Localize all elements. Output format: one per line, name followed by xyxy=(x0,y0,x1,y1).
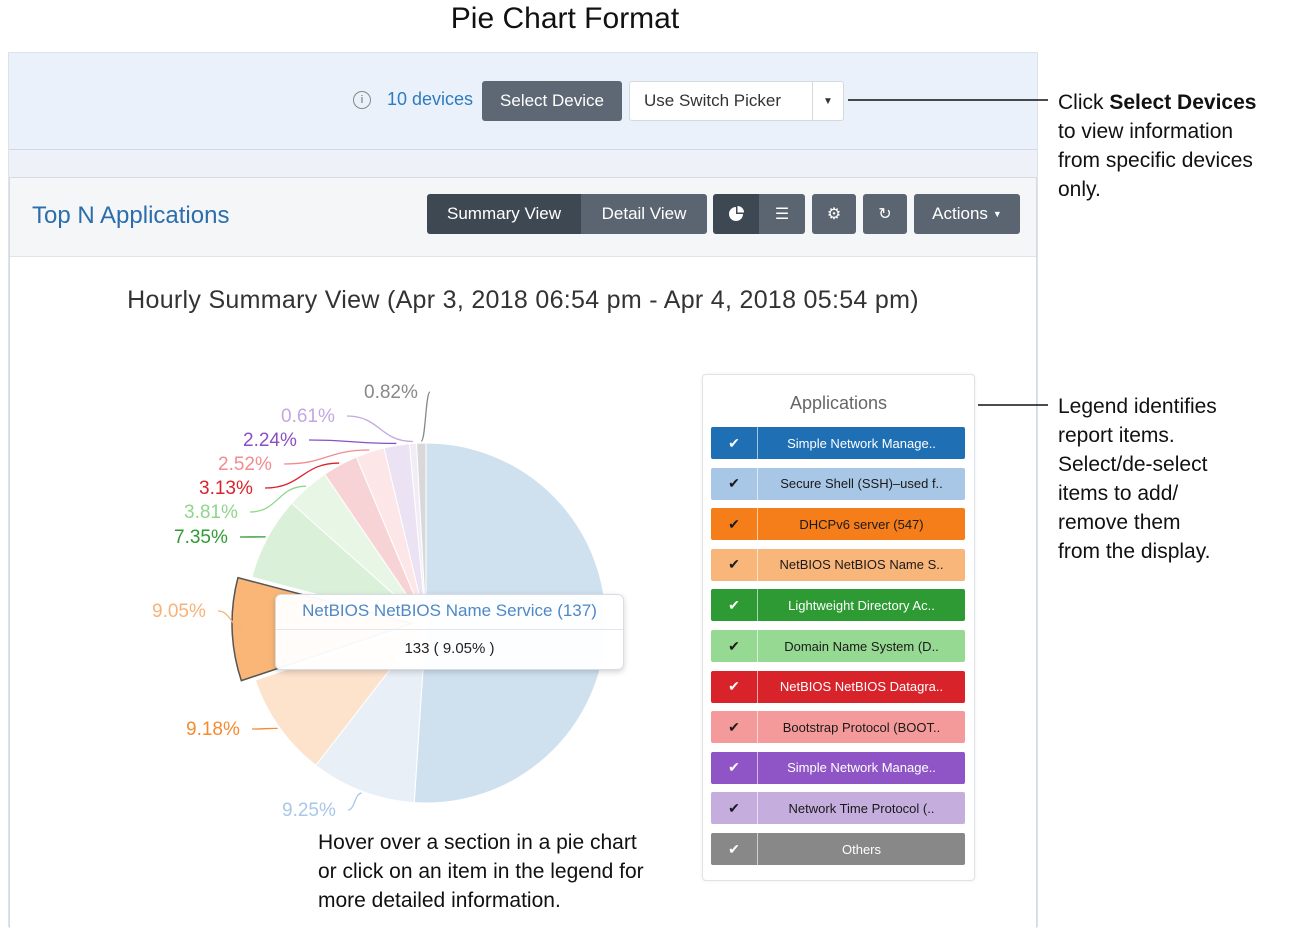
check-icon[interactable]: ✔ xyxy=(711,589,758,621)
legend-item[interactable]: ✔Bootstrap Protocol (BOOT.. xyxy=(711,711,965,743)
switch-picker-dropdown[interactable]: ▼ xyxy=(812,81,844,121)
annotation-line: from specific devices xyxy=(1058,146,1290,175)
legend-item-label: NetBIOS NetBIOS Datagra.. xyxy=(758,671,965,703)
table-view-button[interactable]: ☰ xyxy=(759,194,805,234)
select-device-button[interactable]: Select Device xyxy=(482,81,622,121)
device-toolbar: i 10 devices Select Device Use Switch Pi… xyxy=(9,53,1037,150)
legend-item[interactable]: ✔Simple Network Manage.. xyxy=(711,427,965,459)
settings-button[interactable]: ⚙ xyxy=(812,194,856,234)
annotation-line: report items. xyxy=(1058,421,1290,450)
legend-item[interactable]: ✔Domain Name System (D.. xyxy=(711,630,965,662)
pie-chart-icon xyxy=(728,206,744,222)
legend-item-label: NetBIOS NetBIOS Name S.. xyxy=(758,549,965,581)
refresh-button[interactable]: ↻ xyxy=(863,194,907,234)
check-icon[interactable]: ✔ xyxy=(711,671,758,703)
panel-header: Top N Applications Summary View Detail V… xyxy=(10,178,1036,257)
legend-item-label: Simple Network Manage.. xyxy=(758,427,965,459)
table-icon: ☰ xyxy=(775,204,789,224)
legend-item[interactable]: ✔Simple Network Manage.. xyxy=(711,752,965,784)
applications-legend: Applications ✔Simple Network Manage..✔Se… xyxy=(702,374,975,881)
legend-item-label: Domain Name System (D.. xyxy=(758,630,965,662)
select-devices-annotation: Click Select Devices to view information… xyxy=(1058,88,1290,204)
annotation-line: or click on an item in the legend for xyxy=(318,857,708,886)
annotation-line: only. xyxy=(1058,175,1290,204)
annotation-line: from the display. xyxy=(1058,537,1290,566)
devices-count-link[interactable]: 10 devices xyxy=(387,89,473,110)
legend-title: Applications xyxy=(703,393,974,414)
check-icon[interactable]: ✔ xyxy=(711,630,758,662)
summary-view-button[interactable]: Summary View xyxy=(427,194,581,234)
legend-item-label: Network Time Protocol (.. xyxy=(758,792,965,824)
detail-view-button[interactable]: Detail View xyxy=(581,194,707,234)
annotation-line: Hover over a section in a pie chart xyxy=(318,828,708,857)
tooltip-value: 133 ( 9.05% ) xyxy=(276,640,623,657)
legend-item-label: Simple Network Manage.. xyxy=(758,752,965,784)
check-icon[interactable]: ✔ xyxy=(711,508,758,540)
check-icon[interactable]: ✔ xyxy=(711,792,758,824)
legend-item[interactable]: ✔DHCPv6 server (547) xyxy=(711,508,965,540)
legend-item[interactable]: ✔Secure Shell (SSH)–used f.. xyxy=(711,468,965,500)
annotation-line: to view information xyxy=(1058,117,1290,146)
check-icon[interactable]: ✔ xyxy=(711,711,758,743)
switch-picker-select[interactable]: Use Switch Picker xyxy=(629,81,827,121)
legend-annotation: Legend identifies report items. Select/d… xyxy=(1058,392,1290,566)
annotation-line: Legend identifies xyxy=(1058,392,1290,421)
legend-item-label: Bootstrap Protocol (BOOT.. xyxy=(758,711,965,743)
annotation-line: Select/de-select xyxy=(1058,450,1290,479)
legend-item[interactable]: ✔Network Time Protocol (.. xyxy=(711,792,965,824)
legend-item-label: Secure Shell (SSH)–used f.. xyxy=(758,468,965,500)
info-circle-icon[interactable]: i xyxy=(353,91,371,109)
actions-label: Actions xyxy=(932,204,988,224)
refresh-icon: ↻ xyxy=(878,204,891,224)
check-icon[interactable]: ✔ xyxy=(711,549,758,581)
legend-item[interactable]: ✔Others xyxy=(711,833,965,865)
pie-view-button[interactable] xyxy=(713,194,759,234)
legend-item[interactable]: ✔NetBIOS NetBIOS Name S.. xyxy=(711,549,965,581)
actions-dropdown-button[interactable]: Actions ▼ xyxy=(914,194,1020,234)
check-icon[interactable]: ✔ xyxy=(711,833,758,865)
tooltip-title: NetBIOS NetBIOS Name Service (137) xyxy=(276,601,623,621)
legend-item-label: Others xyxy=(758,833,965,865)
check-icon[interactable]: ✔ xyxy=(711,752,758,784)
check-icon[interactable]: ✔ xyxy=(711,468,758,500)
legend-item-label: Lightweight Directory Ac.. xyxy=(758,589,965,621)
gear-icon: ⚙ xyxy=(827,204,841,224)
legend-item[interactable]: ✔Lightweight Directory Ac.. xyxy=(711,589,965,621)
legend-item-label: DHCPv6 server (547) xyxy=(758,508,965,540)
pie-tooltip: NetBIOS NetBIOS Name Service (137) 133 (… xyxy=(275,594,624,670)
annotation-select-bold: Select Devices xyxy=(1109,91,1256,114)
caret-down-icon: ▼ xyxy=(993,209,1002,219)
chart-title: Hourly Summary View (Apr 3, 2018 06:54 p… xyxy=(10,286,1036,315)
check-icon[interactable]: ✔ xyxy=(711,427,758,459)
panel-title: Top N Applications xyxy=(32,202,229,230)
hover-annotation: Hover over a section in a pie chart or c… xyxy=(318,828,708,915)
caret-down-icon: ▼ xyxy=(823,96,833,107)
annotation-line: more detailed information. xyxy=(318,886,708,915)
legend-item[interactable]: ✔NetBIOS NetBIOS Datagra.. xyxy=(711,671,965,703)
annotation-line: remove them xyxy=(1058,508,1290,537)
document-title: Pie Chart Format xyxy=(0,2,1130,36)
annotation-click-text: Click xyxy=(1058,91,1109,114)
annotation-line: items to add/ xyxy=(1058,479,1290,508)
